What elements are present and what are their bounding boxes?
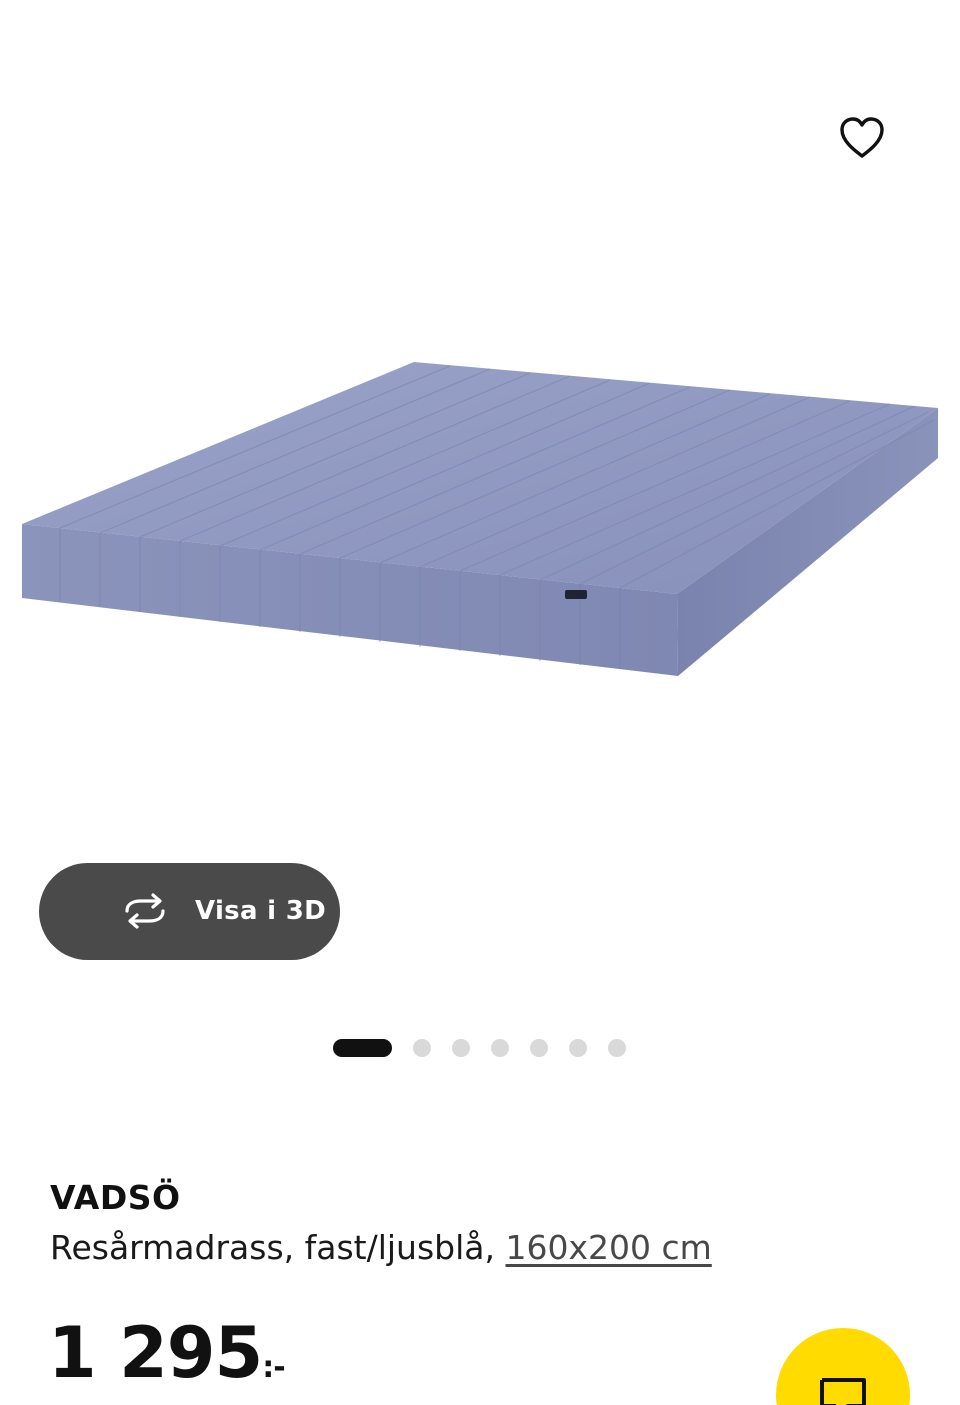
- add-to-cart-button[interactable]: [776, 1328, 910, 1405]
- rotate-3d-icon: [125, 893, 165, 929]
- gallery-dot[interactable]: [530, 1039, 548, 1057]
- size-link[interactable]: 160x200 cm: [505, 1228, 711, 1267]
- gallery-dot-active[interactable]: [333, 1039, 392, 1057]
- view-3d-button[interactable]: Visa i 3D: [39, 863, 340, 960]
- product-label-tag: [565, 590, 587, 599]
- gallery-dot[interactable]: [569, 1039, 587, 1057]
- gallery-dot[interactable]: [491, 1039, 509, 1057]
- heart-icon: [840, 117, 884, 158]
- price-value: 1 295: [48, 1312, 263, 1394]
- gallery-dot[interactable]: [452, 1039, 470, 1057]
- product-description-text: Resårmadrass, fast/ljusblå,: [50, 1228, 495, 1267]
- price-suffix: :-: [262, 1350, 285, 1385]
- gallery-dot[interactable]: [608, 1039, 626, 1057]
- product-image: [22, 362, 938, 676]
- product-description: Resårmadrass, fast/ljusblå, 160x200 cm: [50, 1228, 712, 1267]
- favorite-button[interactable]: [832, 108, 892, 168]
- add-to-cart-icon: [820, 1378, 866, 1405]
- product-price: 1 295:-: [48, 1312, 286, 1394]
- product-page: Visa i 3D VADSÖ Resårmadrass, fast/ljusb…: [0, 0, 960, 1405]
- product-gallery[interactable]: Visa i 3D: [0, 0, 960, 1057]
- product-name: VADSÖ: [50, 1178, 181, 1217]
- gallery-dot[interactable]: [413, 1039, 431, 1057]
- view-3d-label: Visa i 3D: [195, 896, 326, 926]
- gallery-pagination: [333, 1039, 647, 1057]
